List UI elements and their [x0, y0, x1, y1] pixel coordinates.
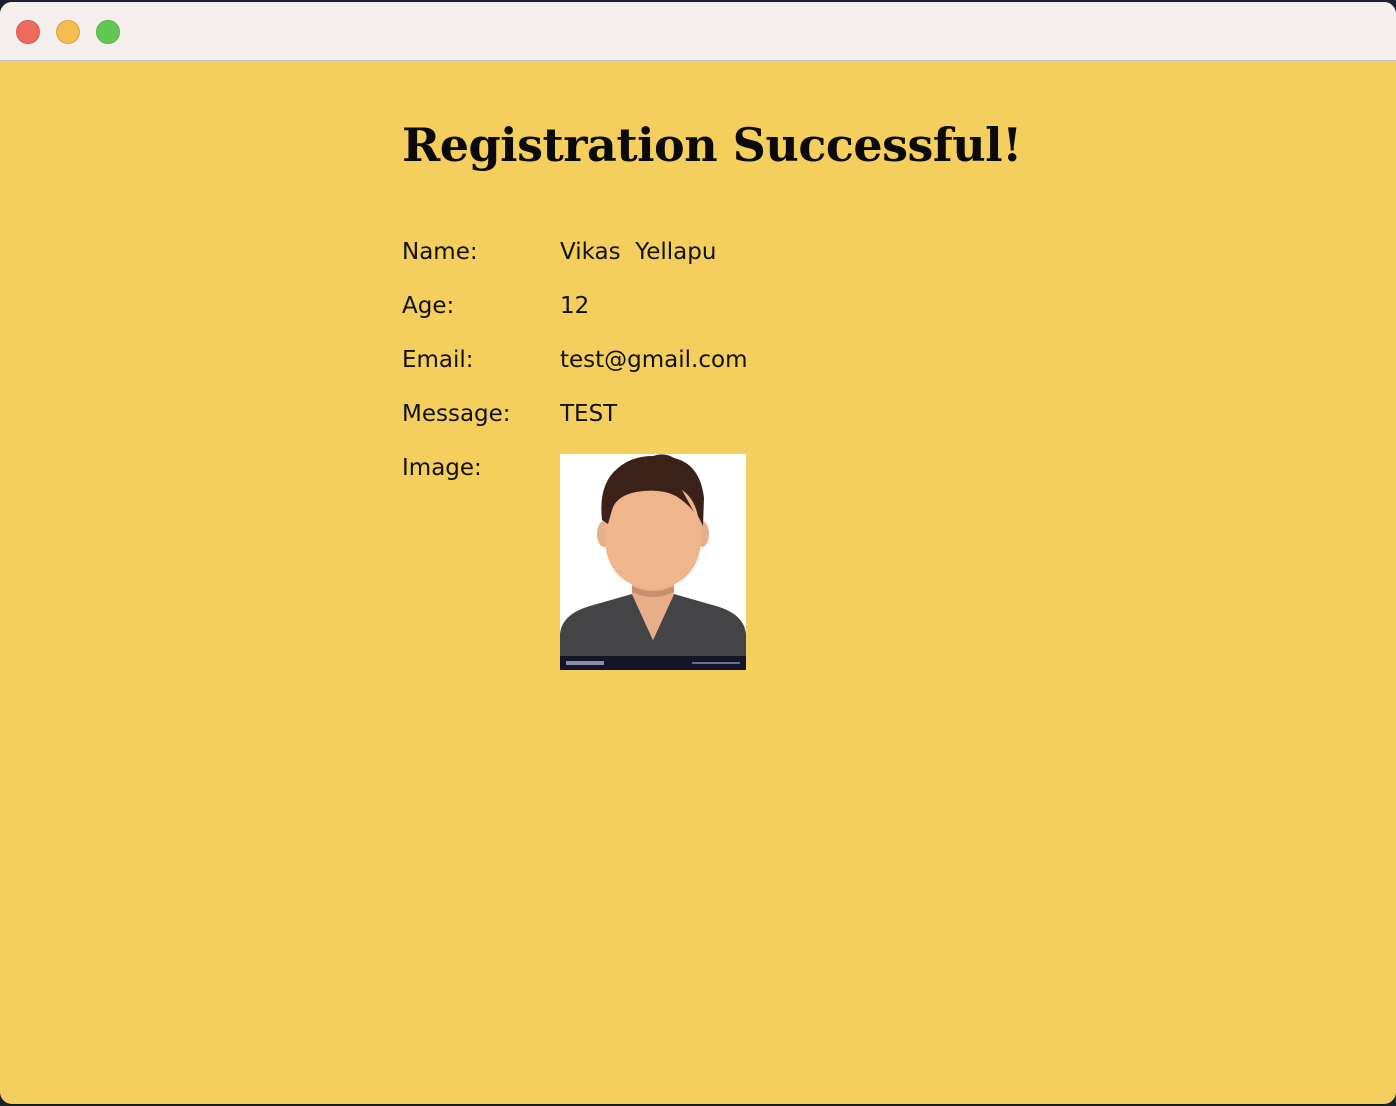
email-label: Email: — [402, 347, 474, 373]
age-label: Age: — [402, 293, 455, 319]
user-avatar-icon — [560, 454, 746, 670]
name-value: Vikas Yellapu — [560, 239, 717, 265]
message-value: TEST — [560, 401, 618, 427]
age-value: 12 — [560, 293, 590, 319]
app-window: Registration Successful! Name: Vikas Yel… — [0, 2, 1396, 1104]
close-window-button[interactable] — [16, 20, 40, 44]
page-title: Registration Successful! — [402, 118, 1022, 172]
image-label: Image: — [402, 455, 482, 481]
title-bar — [0, 2, 1396, 61]
minimize-window-button[interactable] — [56, 20, 80, 44]
registration-result-panel: Registration Successful! Name: Vikas Yel… — [0, 61, 1396, 1104]
message-label: Message: — [402, 401, 511, 427]
name-label: Name: — [402, 239, 478, 265]
email-value: test@gmail.com — [560, 347, 748, 373]
maximize-window-button[interactable] — [96, 20, 120, 44]
